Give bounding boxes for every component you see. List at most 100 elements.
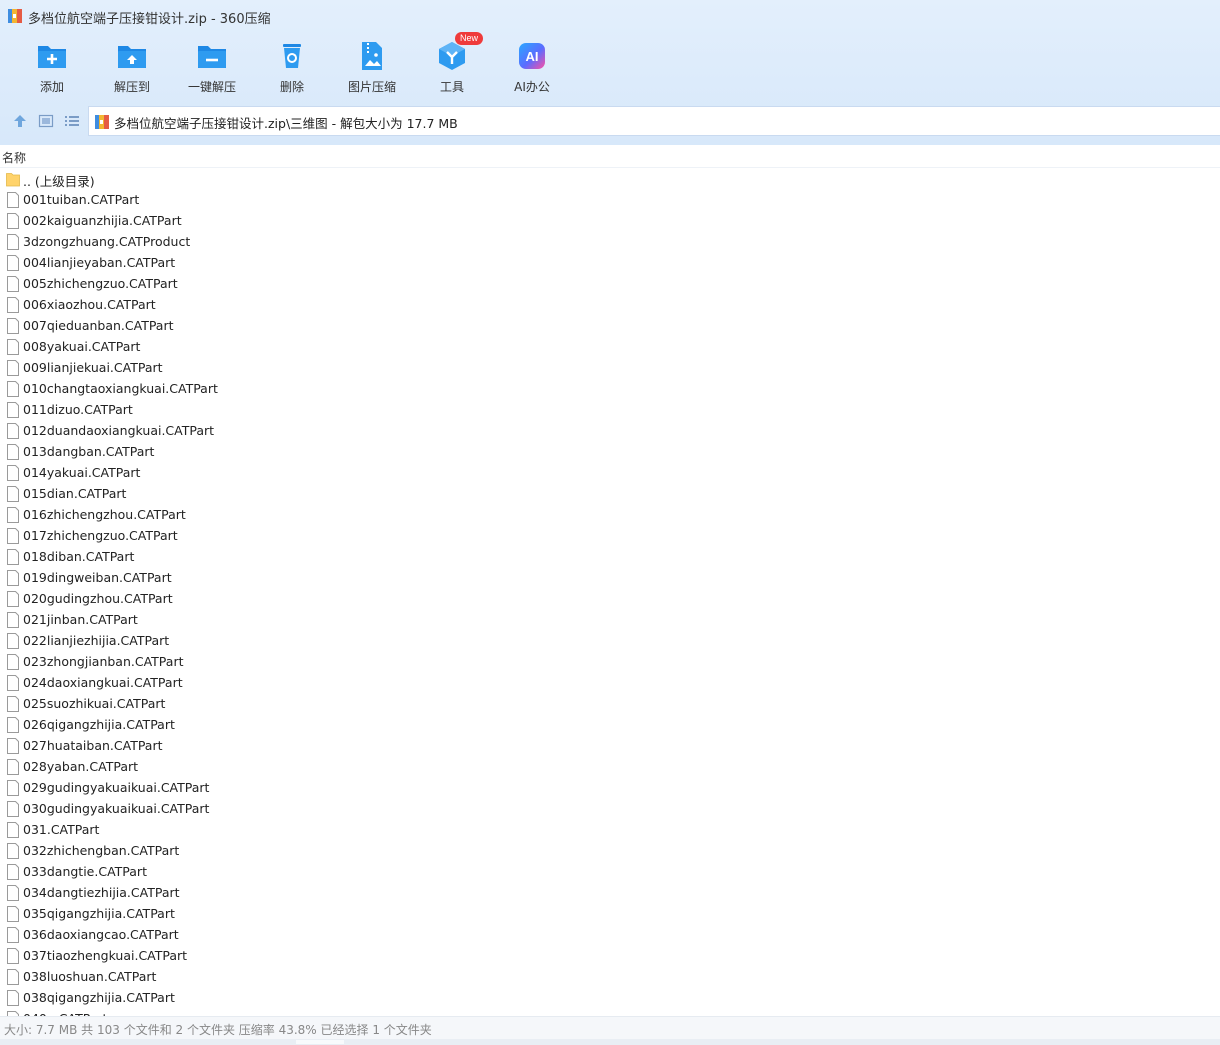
file-row[interactable]: 033dangtie.CATPart	[0, 861, 1220, 882]
file-row[interactable]: 006xiaozhou.CATPart	[0, 294, 1220, 315]
file-rows: .. (上级目录) 001tuiban.CATPart 002kaiguanzhi…	[0, 168, 1220, 1016]
up-arrow-icon[interactable]	[12, 113, 28, 129]
file-icon	[7, 612, 19, 628]
file-name: 035qigangzhijia.CATPart	[23, 906, 175, 921]
file-row[interactable]: 017zhichengzuo.CATPart	[0, 525, 1220, 546]
file-row[interactable]: 018diban.CATPart	[0, 546, 1220, 567]
delete-label: 删除	[279, 80, 304, 94]
file-row[interactable]: 009lianjiekuai.CATPart	[0, 357, 1220, 378]
file-row[interactable]: 022lianjiezhijia.CATPart	[0, 630, 1220, 651]
ai-office-button[interactable]: AI AI办公	[492, 36, 572, 96]
file-name: 028yaban.CATPart	[23, 759, 139, 774]
file-row[interactable]: 001tuiban.CATPart	[0, 189, 1220, 210]
file-row[interactable]: 002kaiguanzhijia.CATPart	[0, 210, 1220, 231]
file-row[interactable]: 038luoshuan.CATPart	[0, 966, 1220, 987]
file-name: 3dzongzhuang.CATProduct	[23, 234, 191, 249]
file-icon	[7, 906, 19, 922]
file-icon	[7, 444, 19, 460]
ai-glyph: AI	[526, 49, 539, 64]
file-name: 007qieduanban.CATPart	[23, 318, 174, 333]
extract-to-button[interactable]: 解压到	[92, 36, 172, 96]
file-icon	[7, 948, 19, 964]
file-row[interactable]: 011dizuo.CATPart	[0, 399, 1220, 420]
parent-directory-row[interactable]: .. (上级目录)	[0, 168, 1220, 189]
file-icon	[7, 927, 19, 943]
file-name: 023zhongjianban.CATPart	[23, 654, 184, 669]
ai-office-label: AI办公	[514, 80, 550, 94]
file-row[interactable]: 010changtaoxiangkuai.CATPart	[0, 378, 1220, 399]
file-row[interactable]: 016zhichengzhou.CATPart	[0, 504, 1220, 525]
zip-archive-icon	[95, 115, 109, 129]
file-icon	[7, 675, 19, 691]
file-row[interactable]: 023zhongjianban.CATPart	[0, 651, 1220, 672]
file-icon	[7, 696, 19, 712]
file-row[interactable]: 036daoxiangcao.CATPart	[0, 924, 1220, 945]
extract-to-label: 解压到	[113, 80, 150, 94]
file-icon	[7, 864, 19, 880]
file-row[interactable]: 025suozhikuai.CATPart	[0, 693, 1220, 714]
file-name: 034dangtiezhijia.CATPart	[23, 885, 180, 900]
file-name: 005zhichengzuo.CATPart	[23, 276, 178, 291]
file-row[interactable]: 012duandaoxiangkuai.CATPart	[0, 420, 1220, 441]
file-icon	[7, 885, 19, 901]
file-row[interactable]: 005zhichengzuo.CATPart	[0, 273, 1220, 294]
file-name: 038qigangzhijia.CATPart	[23, 990, 175, 1005]
file-row[interactable]: 020gudingzhou.CATPart	[0, 588, 1220, 609]
thumbnail-view-icon[interactable]	[38, 113, 54, 129]
file-icon	[7, 213, 19, 229]
file-name: 013dangban.CATPart	[23, 444, 155, 459]
file-name: 021jinban.CATPart	[23, 612, 138, 627]
file-row[interactable]: 021jinban.CATPart	[0, 609, 1220, 630]
tools-button[interactable]: New 工具	[412, 32, 492, 96]
one-click-extract-label: 一键解压	[187, 80, 236, 94]
delete-button[interactable]: 删除	[252, 36, 332, 96]
image-compress-button[interactable]: 图片压缩	[332, 36, 412, 96]
new-badge: New	[455, 32, 484, 45]
file-row[interactable]: 027huataiban.CATPart	[0, 735, 1220, 756]
file-row[interactable]: 037tiaozhengkuai.CATPart	[0, 945, 1220, 966]
file-icon	[7, 990, 19, 1006]
file-row[interactable]: 038qigangzhijia.CATPart	[0, 987, 1220, 1008]
file-row[interactable]: 014yakuai.CATPart	[0, 462, 1220, 483]
folder-extract-icon	[118, 46, 146, 68]
column-header-name[interactable]: 名称	[2, 149, 26, 166]
file-name: 002kaiguanzhijia.CATPart	[23, 213, 182, 228]
file-row[interactable]: 031.CATPart	[0, 819, 1220, 840]
file-icon	[7, 528, 19, 544]
file-icon	[7, 423, 19, 439]
add-button[interactable]: 添加	[12, 36, 92, 96]
file-row[interactable]: 035qigangzhijia.CATPart	[0, 903, 1220, 924]
file-icon	[7, 255, 19, 271]
file-name: 036daoxiangcao.CATPart	[23, 927, 179, 942]
file-row[interactable]: 008yakuai.CATPart	[0, 336, 1220, 357]
file-name: 031.CATPart	[23, 822, 100, 837]
file-name: 016zhichengzhou.CATPart	[23, 507, 186, 522]
list-view-icon[interactable]	[64, 113, 80, 129]
status-bar: 大小: 7.7 MB 共 103 个文件和 2 个文件夹 压缩率 43.8% 已…	[0, 1016, 1220, 1039]
file-row[interactable]: 029gudingyakuaikuai.CATPart	[0, 777, 1220, 798]
file-row[interactable]: 024daoxiangkuai.CATPart	[0, 672, 1220, 693]
file-row[interactable]: 030gudingyakuaikuai.CATPart	[0, 798, 1220, 819]
file-row[interactable]: 004lianjieyaban.CATPart	[0, 252, 1220, 273]
file-row[interactable]: 040...CATPart	[0, 1008, 1220, 1016]
file-row[interactable]: 3dzongzhuang.CATProduct	[0, 231, 1220, 252]
file-row[interactable]: 032zhichengban.CATPart	[0, 840, 1220, 861]
path-bar[interactable]: 多档位航空端子压接钳设计.zip\三维图 - 解包大小为 17.7 MB	[88, 106, 1220, 136]
file-name: 030gudingyakuaikuai.CATPart	[23, 801, 210, 816]
file-name: 029gudingyakuaikuai.CATPart	[23, 780, 210, 795]
file-row[interactable]: 007qieduanban.CATPart	[0, 315, 1220, 336]
file-row[interactable]: 034dangtiezhijia.CATPart	[0, 882, 1220, 903]
file-icon	[7, 402, 19, 418]
toolbar: 添加 解压到 一键解压 删除 图片压缩 New 工具 AI AI办公	[12, 32, 572, 98]
file-row[interactable]: 013dangban.CATPart	[0, 441, 1220, 462]
horizontal-scrollbar[interactable]	[0, 1039, 1220, 1045]
file-row[interactable]: 019dingweiban.CATPart	[0, 567, 1220, 588]
file-name: 018diban.CATPart	[23, 549, 135, 564]
one-click-extract-button[interactable]: 一键解压	[172, 36, 252, 96]
file-row[interactable]: 026qigangzhijia.CATPart	[0, 714, 1220, 735]
file-row[interactable]: 015dian.CATPart	[0, 483, 1220, 504]
file-icon	[7, 570, 19, 586]
scrollbar-thumb[interactable]	[296, 1040, 344, 1044]
file-icon	[7, 969, 19, 985]
file-row[interactable]: 028yaban.CATPart	[0, 756, 1220, 777]
